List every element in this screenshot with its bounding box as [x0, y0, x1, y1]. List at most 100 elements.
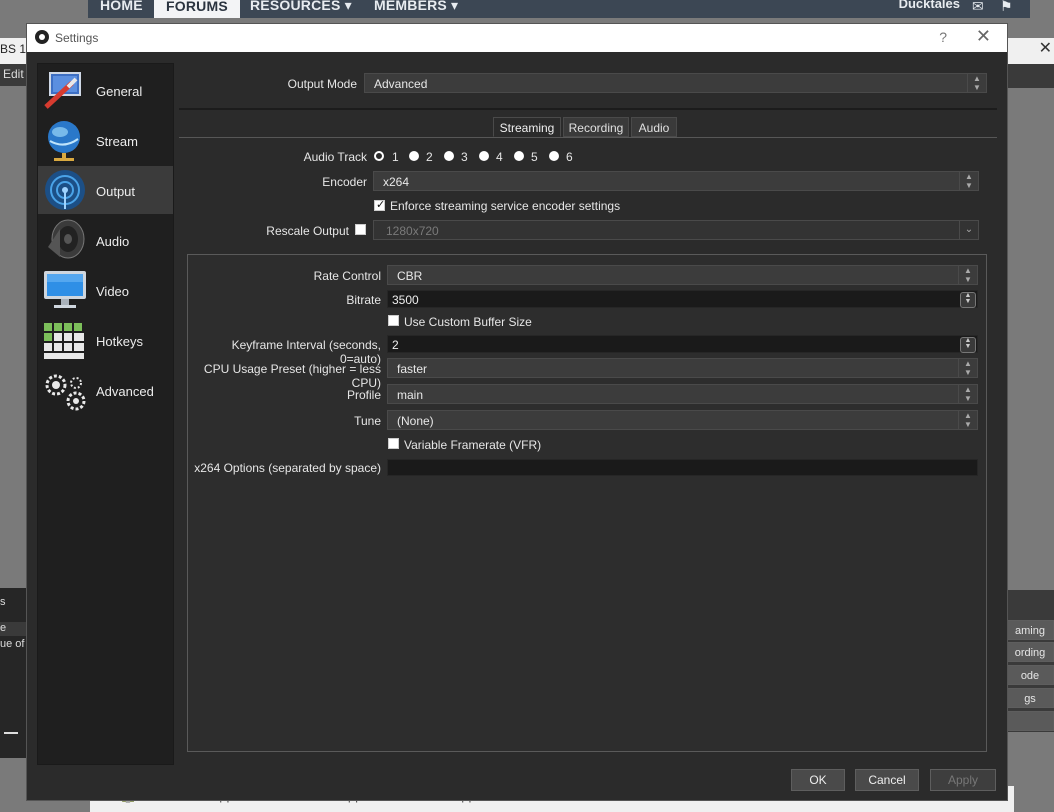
audio-track-radio-label: 3	[461, 150, 468, 164]
gears-icon	[45, 374, 86, 411]
start-streaming-button[interactable]: aming	[1006, 620, 1054, 640]
obs-main-close-icon[interactable]: ✕	[1039, 38, 1052, 58]
start-recording-button[interactable]: ording	[1006, 642, 1054, 662]
chevron-down-icon: ⌄	[959, 221, 978, 239]
website-nav-bar: HOME FORUMS RESOURCES ▾ MEMBERS ▾ Duckta…	[88, 0, 1030, 18]
menu-edit[interactable]: Edit	[3, 67, 24, 81]
rescale-output-checkbox[interactable]	[355, 224, 366, 235]
tab-recording[interactable]: Recording	[563, 117, 629, 137]
obs-logo-icon	[35, 30, 49, 44]
rescale-output-value: 1280x720	[386, 224, 439, 238]
sidebar-item-output[interactable]: Output	[38, 166, 173, 214]
rescale-output-label: Rescale Output	[266, 224, 349, 238]
tune-select[interactable]: (None) ▲ ▼	[387, 410, 978, 430]
encoder-label: Encoder	[322, 175, 367, 189]
audio-track-radio-6[interactable]	[549, 151, 559, 161]
studio-mode-button[interactable]: ode	[1006, 665, 1054, 685]
dock-left-row: s	[0, 596, 6, 608]
tab-divider	[179, 137, 997, 138]
settings-sidebar: General Stream Output Audio Video Hotkey…	[37, 63, 174, 765]
tune-value: (None)	[397, 414, 434, 428]
audio-track-radio-label: 5	[531, 150, 538, 164]
chevron-updown-icon: ▲ ▼	[958, 359, 977, 377]
audio-track-radio-1[interactable]	[374, 151, 384, 161]
enforce-encoder-settings-checkbox[interactable]	[374, 198, 385, 211]
custom-buffer-label: Use Custom Buffer Size	[404, 315, 532, 329]
dialog-title: Settings	[55, 31, 99, 45]
sidebar-item-stream[interactable]: Stream	[38, 116, 173, 164]
output-mode-label: Output Mode	[287, 77, 357, 91]
vfr-checkbox[interactable]	[388, 438, 399, 449]
x264-options-input[interactable]	[387, 459, 978, 476]
sidebar-item-label: Output	[96, 184, 136, 199]
tab-streaming[interactable]: Streaming	[493, 117, 561, 137]
audio-track-radio-2[interactable]	[409, 151, 419, 161]
audio-track-radio-3[interactable]	[444, 151, 454, 161]
dock-left: s e ue of	[0, 588, 26, 758]
profile-value: main	[397, 388, 424, 402]
dock-right-controls: aming ording ode gs	[1006, 590, 1054, 732]
profile-select[interactable]: main ▲ ▼	[387, 384, 978, 404]
cpu-preset-label: CPU Usage Preset (higher = less CPU)	[203, 362, 381, 390]
audio-track-label: Audio Track	[303, 150, 367, 164]
audio-track-radio-label: 4	[496, 150, 503, 164]
audio-track-radio-4[interactable]	[479, 151, 489, 161]
tab-audio[interactable]: Audio	[631, 117, 677, 137]
chevron-updown-icon: ▲ ▼	[959, 172, 978, 190]
profile-label: Profile	[346, 388, 381, 402]
sidebar-item-audio[interactable]: Audio	[38, 216, 173, 264]
sidebar-item-label: Advanced	[96, 384, 154, 399]
settings-button[interactable]: gs	[1006, 688, 1054, 708]
sidebar-item-label: Stream	[96, 134, 138, 149]
vfr-label: Variable Framerate (VFR)	[404, 438, 542, 452]
cpu-preset-value: faster	[397, 362, 428, 376]
keyframe-interval-spinbox[interactable]: 2 ▲ ▼	[387, 335, 978, 353]
audio-track-radio-5[interactable]	[514, 151, 524, 161]
chevron-updown-icon: ▲ ▼	[958, 411, 977, 429]
tune-label: Tune	[354, 414, 381, 428]
general-icon	[44, 72, 81, 109]
encoder-select[interactable]: x264 ▲ ▼	[373, 171, 979, 191]
sidebar-item-advanced[interactable]: Advanced	[38, 366, 173, 414]
obs-main-right-panel	[1006, 64, 1054, 88]
nav-home[interactable]: HOME	[100, 0, 143, 13]
flag-icon[interactable]: ⚑	[1000, 0, 1016, 14]
obs-main-menu: Edit	[0, 64, 26, 86]
nav-user[interactable]: Ducktales	[899, 0, 960, 11]
minus-icon[interactable]	[4, 732, 18, 734]
sidebar-item-video[interactable]: Video	[38, 266, 173, 314]
mail-icon[interactable]: ✉	[972, 0, 988, 14]
cancel-button[interactable]: Cancel	[855, 769, 919, 791]
ok-button[interactable]: OK	[791, 769, 845, 791]
output-mode-select[interactable]: Advanced ▲ ▼	[364, 73, 987, 93]
dialog-titlebar: Settings ? ✕	[27, 24, 1007, 52]
speaker-icon	[48, 219, 85, 259]
exit-button[interactable]	[1006, 711, 1054, 731]
close-icon[interactable]: ✕	[976, 26, 991, 47]
broadcast-icon	[45, 170, 85, 210]
help-icon[interactable]: ?	[939, 29, 947, 45]
spin-arrows-icon[interactable]: ▲ ▼	[960, 292, 976, 308]
rate-control-select[interactable]: CBR ▲ ▼	[387, 265, 978, 285]
bitrate-spinbox[interactable]: 3500 ▲ ▼	[387, 290, 978, 308]
output-mode-value: Advanced	[374, 77, 428, 91]
nav-forums[interactable]: FORUMS	[154, 0, 240, 18]
rate-control-label: Rate Control	[313, 269, 381, 283]
chevron-updown-icon: ▲ ▼	[958, 266, 977, 284]
keyboard-icon	[44, 323, 84, 359]
globe-icon	[48, 121, 80, 161]
dock-left-row: e	[0, 622, 26, 636]
dock-left-row: ue of	[0, 638, 25, 650]
audio-track-radio-label: 2	[426, 150, 433, 164]
apply-button[interactable]: Apply	[930, 769, 996, 791]
spin-arrows-icon[interactable]: ▲ ▼	[960, 337, 976, 353]
chevron-updown-icon: ▲ ▼	[967, 74, 986, 92]
enforce-encoder-settings-label: Enforce streaming service encoder settin…	[390, 199, 621, 213]
sidebar-item-hotkeys[interactable]: Hotkeys	[38, 316, 173, 364]
rescale-output-select[interactable]: 1280x720 ⌄	[373, 220, 979, 240]
nav-members[interactable]: MEMBERS ▾	[374, 0, 458, 14]
nav-resources[interactable]: RESOURCES ▾	[250, 0, 352, 14]
cpu-preset-select[interactable]: faster ▲ ▼	[387, 358, 978, 378]
custom-buffer-checkbox[interactable]	[388, 315, 399, 326]
sidebar-item-general[interactable]: General	[38, 66, 173, 114]
